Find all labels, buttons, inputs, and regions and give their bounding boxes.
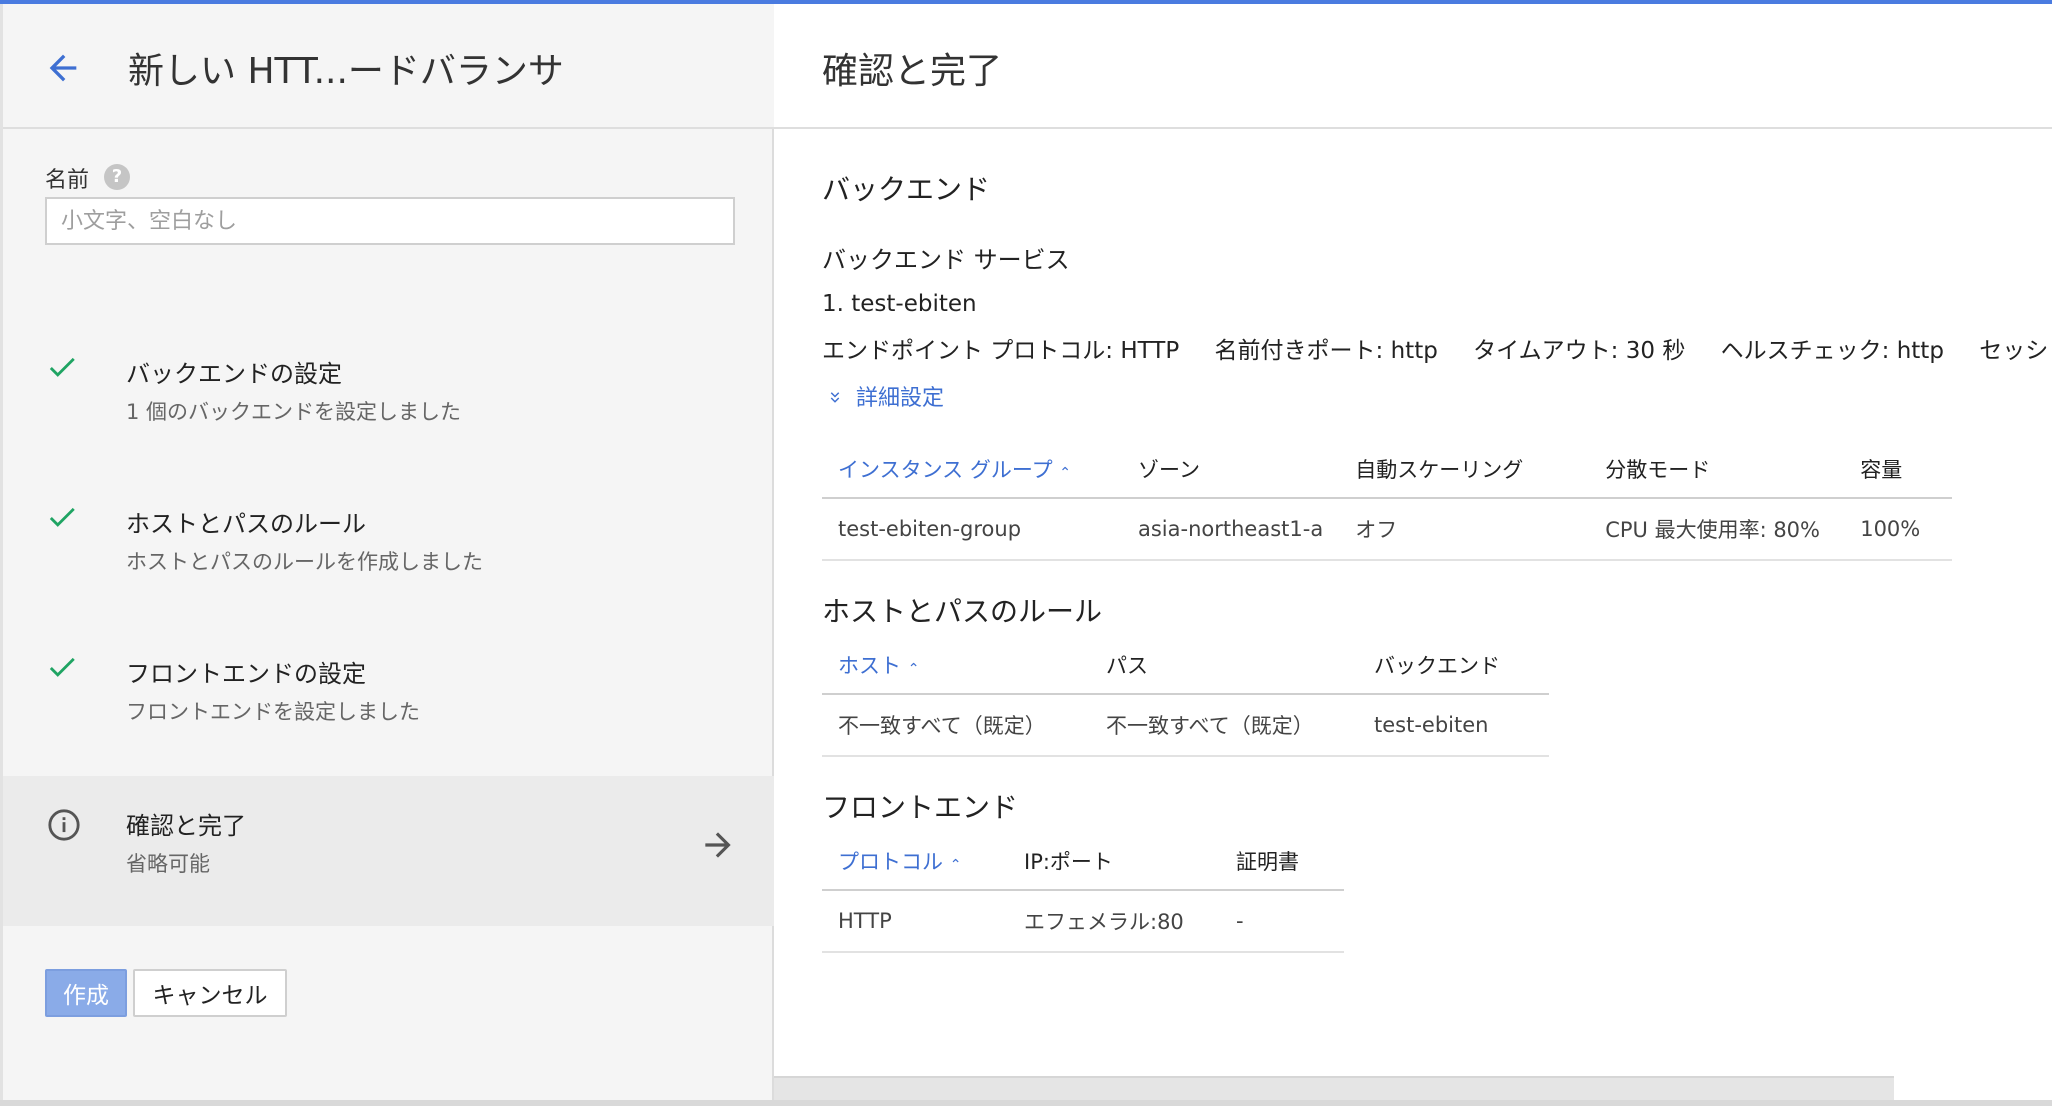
table-row: HTTP エフェメラル:80 - (822, 890, 1344, 953)
step-review-finish[interactable]: 確認と完了 省略可能 (3, 776, 775, 926)
advanced-settings-label: 詳細設定 (856, 386, 945, 411)
column-header-host[interactable]: ホスト ⌃ (822, 636, 1090, 695)
step-title: フロントエンドの設定 (126, 660, 366, 688)
prop-health-check: ヘルスチェック: http (1720, 338, 1944, 364)
step-subtitle: 省略可能 (126, 852, 210, 876)
frontend-section-title: フロントエンド (822, 791, 1019, 824)
table-row: 不一致すべて（既定） 不一致すべて（既定） test-ebiten (822, 694, 1549, 757)
step-subtitle: 1 個のバックエンドを設定しました (126, 400, 462, 424)
host-path-table: ホスト ⌃ パス バックエンド 不一致すべて（既定） 不一致すべて（既定） te… (822, 636, 1549, 757)
column-header-zone: ゾーン (1122, 440, 1340, 499)
table-cell: asia-northeast1-a (1122, 498, 1340, 561)
backend-section-title: バックエンド (822, 173, 991, 206)
table-cell: 100% (1844, 498, 1952, 561)
chevron-up-icon: ⌃ (907, 660, 920, 677)
prop-timeout: タイムアウト: 30 秒 (1473, 338, 1686, 364)
bottom-border (0, 1100, 2052, 1106)
chevron-down-icon (830, 392, 840, 403)
backend-service-properties: エンドポイント プロトコル: HTTP 名前付きポート: http タイムアウト… (822, 331, 2052, 365)
chevron-up-icon: ⌃ (949, 856, 962, 873)
review-header: 確認と完了 (774, 4, 2052, 129)
name-label: 名前 (45, 168, 90, 193)
table-cell: 不一致すべて（既定） (822, 694, 1090, 757)
table-row: test-ebiten-group asia-northeast1-a オフ C… (822, 498, 1952, 561)
column-header-ip-port: IP:ポート (1008, 832, 1220, 891)
backend-service-name: 1. test-ebiten (822, 291, 977, 317)
review-panel: 確認と完了 バックエンド バックエンド サービス 1. test-ebiten … (774, 4, 2052, 1106)
table-cell: 不一致すべて（既定） (1090, 694, 1358, 757)
column-header-path: パス (1090, 636, 1358, 695)
arrow-left-icon[interactable] (43, 48, 83, 88)
step-frontend-config[interactable]: フロントエンドの設定 フロントエンドを設定しました (3, 644, 775, 754)
review-title: 確認と完了 (822, 51, 1003, 92)
column-header-instance-group[interactable]: インスタンス グループ ⌃ (822, 440, 1122, 499)
step-title: ホストとパスのルール (126, 510, 366, 538)
info-icon (48, 809, 80, 841)
help-icon[interactable]: ? (104, 164, 130, 190)
instance-group-table: インスタンス グループ ⌃ ゾーン 自動スケーリング 分散モード 容量 test… (822, 440, 1952, 561)
table-cell: test-ebiten-group (822, 498, 1122, 561)
wizard-header: 新しい HTT...ードバランサ (3, 4, 775, 129)
page-title: 新しい HTT...ードバランサ (128, 51, 564, 92)
check-icon (49, 507, 75, 527)
wizard-panel: 新しい HTT...ードバランサ 名前 ? バックエンドの設定 1 個のバックエ… (0, 4, 775, 1106)
table-cell: test-ebiten (1358, 694, 1549, 757)
cancel-button[interactable]: キャンセル (133, 969, 287, 1017)
step-backend-config[interactable]: バックエンドの設定 1 個のバックエンドを設定しました (3, 344, 775, 454)
host-path-section-title: ホストとパスのルール (822, 595, 1103, 628)
backend-services-title: バックエンド サービス (822, 246, 1070, 274)
arrow-right-icon (705, 832, 731, 858)
table-cell: CPU 最大使用率: 80% (1589, 498, 1845, 561)
column-header-balancing-mode: 分散モード (1589, 440, 1845, 499)
step-title: バックエンドの設定 (126, 360, 342, 388)
step-subtitle: フロントエンドを設定しました (126, 700, 420, 724)
column-header-autoscaling: 自動スケーリング (1339, 440, 1590, 499)
name-input[interactable] (45, 197, 735, 245)
horizontal-scrollbar[interactable] (774, 1076, 1894, 1102)
check-icon (49, 357, 75, 377)
column-header-protocol[interactable]: プロトコル ⌃ (822, 832, 1008, 891)
frontend-table: プロトコル ⌃ IP:ポート 証明書 HTTP エフェメラル:80 - (822, 832, 1344, 953)
column-header-capacity: 容量 (1844, 440, 1952, 499)
create-button[interactable]: 作成 (45, 969, 127, 1017)
table-cell: - (1220, 890, 1344, 953)
step-title: 確認と完了 (126, 812, 246, 840)
check-icon (49, 657, 75, 677)
prop-named-port: 名前付きポート: http (1214, 338, 1438, 364)
table-cell: HTTP (822, 890, 1008, 953)
column-header-backend: バックエンド (1358, 636, 1549, 695)
table-cell: オフ (1339, 498, 1590, 561)
advanced-settings-link[interactable]: 詳細設定 (826, 380, 944, 412)
step-subtitle: ホストとパスのルールを作成しました (126, 550, 483, 574)
chevron-up-icon: ⌃ (1059, 464, 1071, 481)
prop-endpoint-protocol: エンドポイント プロトコル: HTTP (822, 338, 1180, 364)
column-header-certificate: 証明書 (1220, 832, 1344, 891)
table-cell: エフェメラル:80 (1008, 890, 1220, 953)
step-host-path-rules[interactable]: ホストとパスのルール ホストとパスのルールを作成しました (3, 494, 775, 604)
prop-session-affinity: セッション アフ (1979, 338, 2052, 364)
